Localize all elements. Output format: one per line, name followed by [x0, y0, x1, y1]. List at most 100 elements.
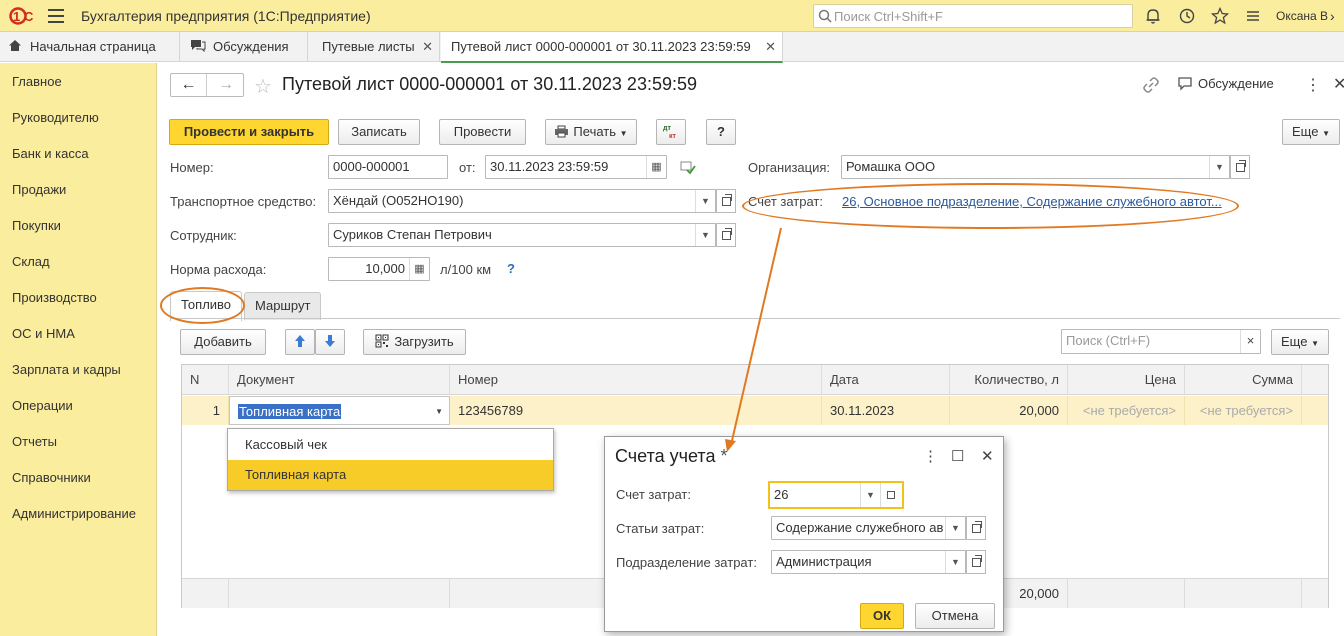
open-account-icon[interactable] [880, 483, 902, 507]
dropdown-option-selected[interactable]: Топливная карта [228, 460, 553, 490]
cell-date[interactable]: 30.11.2023 [822, 396, 950, 425]
chevron-down-icon[interactable]: ▼ [1209, 156, 1229, 178]
chevron-down-icon: ▼ [1322, 129, 1330, 138]
open-employee-icon[interactable] [716, 223, 736, 247]
tab-home[interactable]: Начальная страница [0, 32, 180, 62]
sidebar-item-bank[interactable]: Банк и касса [12, 146, 89, 161]
post-button[interactable]: Провести [439, 119, 526, 145]
cell-sum[interactable]: <не требуется> [1185, 396, 1302, 425]
forward-arrow-icon[interactable]: → [208, 74, 244, 96]
load-button[interactable]: Загрузить [363, 329, 466, 355]
tab-waybill-document[interactable]: Путевой лист 0000-000001 от 30.11.2023 2… [441, 32, 783, 63]
back-arrow-icon[interactable]: ← [171, 74, 207, 96]
print-button[interactable]: Печать ▼ [545, 119, 637, 145]
consumption-rate-field[interactable]: 10,000 ▦ [328, 257, 430, 281]
favorite-star-icon[interactable]: ☆ [254, 74, 272, 99]
dropdown-option[interactable]: Кассовый чек [228, 430, 553, 460]
dialog-division-field[interactable]: Администрация ▼ [771, 550, 966, 574]
calculator-icon[interactable]: ▦ [409, 258, 429, 280]
cell-price[interactable]: <не требуется> [1068, 396, 1185, 425]
open-vehicle-icon[interactable] [716, 189, 736, 213]
close-tab-icon[interactable]: ✕ [422, 32, 433, 61]
form-menu-kebab-icon[interactable]: ⋮ [1305, 75, 1321, 95]
sidebar-item-production[interactable]: Производство [12, 290, 97, 305]
tab-discussions[interactable]: Обсуждения [180, 32, 308, 62]
topbar-more-icon[interactable]: › [1330, 8, 1335, 24]
sidebar-item-admin[interactable]: Администрирование [12, 506, 136, 521]
chevron-down-icon[interactable]: ▼ [695, 224, 715, 246]
sidebar-item-fixed-assets[interactable]: ОС и НМА [12, 326, 75, 341]
global-search[interactable] [813, 4, 1133, 28]
history-icon[interactable] [1178, 7, 1196, 25]
save-button[interactable]: Записать [338, 119, 420, 145]
dialog-cost-items-field[interactable]: Содержание служебного ав ▼ [771, 516, 966, 540]
sidebar-item-warehouse[interactable]: Склад [12, 254, 50, 269]
dialog-division-value: Администрация [776, 554, 872, 569]
cell-n[interactable]: 1 [182, 396, 229, 425]
cell-quantity[interactable]: 20,000 [950, 396, 1068, 425]
discussion-button[interactable]: Обсуждение [1178, 76, 1274, 91]
sidebar-item-salary[interactable]: Зарплата и кадры [12, 362, 121, 377]
dialog-menu-kebab-icon[interactable]: ⋮ [923, 447, 938, 465]
user-name[interactable]: Оксана В [1276, 9, 1328, 23]
maximize-icon[interactable]: ☐ [951, 447, 964, 465]
vehicle-field[interactable]: Хёндай (О052НО190) ▼ [328, 189, 716, 213]
cell-number[interactable]: 123456789 [450, 396, 822, 425]
sidebar-item-main[interactable]: Главное [12, 74, 62, 89]
sidebar-item-reports[interactable]: Отчеты [12, 434, 57, 449]
link-icon[interactable] [1143, 77, 1159, 93]
close-tab-icon[interactable]: ✕ [765, 32, 776, 61]
sidebar-item-sales[interactable]: Продажи [12, 182, 66, 197]
dialog-cost-account-field[interactable]: 26 ▼ [768, 481, 904, 509]
open-cost-items-icon[interactable] [966, 516, 986, 540]
column-header-quantity[interactable]: Количество, л [950, 365, 1068, 395]
column-header-date[interactable]: Дата [822, 365, 950, 395]
main-menu-icon[interactable] [48, 9, 64, 23]
chevron-down-icon[interactable]: ▼ [860, 483, 880, 507]
table-more-button[interactable]: Еще ▼ [1271, 329, 1329, 355]
tab-waybills[interactable]: Путевые листы ✕ [308, 32, 440, 62]
chevron-down-icon[interactable]: ▼ [435, 397, 443, 424]
close-dialog-icon[interactable]: ✕ [981, 447, 994, 465]
menu-dots-icon[interactable] [1244, 7, 1262, 25]
chevron-down-icon: ▼ [619, 129, 628, 138]
chevron-down-icon[interactable]: ▼ [695, 190, 715, 212]
ok-button[interactable]: ОК [860, 603, 904, 629]
close-form-icon[interactable]: ✕ [1333, 74, 1344, 94]
sidebar-item-catalogs[interactable]: Справочники [12, 470, 91, 485]
cancel-button[interactable]: Отмена [915, 603, 995, 629]
number-field[interactable]: 0000-000001 [328, 155, 448, 179]
more-button[interactable]: Еще ▼ [1282, 119, 1340, 145]
column-header-document[interactable]: Документ [229, 365, 450, 395]
1c-logo-icon[interactable]: 1 С [7, 7, 35, 25]
rate-help-icon[interactable]: ? [507, 261, 515, 276]
sidebar-item-manager[interactable]: Руководителю [12, 110, 99, 125]
column-header-n[interactable]: N [182, 365, 229, 395]
column-header-price[interactable]: Цена [1068, 365, 1185, 395]
open-division-icon[interactable] [966, 550, 986, 574]
calendar-icon[interactable]: ▦ [646, 156, 666, 178]
clear-search-icon[interactable]: × [1240, 330, 1260, 353]
sidebar-item-operations[interactable]: Операции [12, 398, 73, 413]
chevron-down-icon[interactable]: ▼ [945, 517, 965, 539]
column-header-sum[interactable]: Сумма [1185, 365, 1302, 395]
cell-document-editor[interactable]: Топливная карта ▼ [229, 396, 450, 425]
tab-route[interactable]: Маршрут [244, 292, 322, 320]
table-search-field[interactable]: Поиск (Ctrl+F) × [1061, 329, 1261, 354]
global-search-input[interactable] [834, 7, 1124, 25]
post-and-close-button[interactable]: Провести и закрыть [169, 119, 329, 145]
organization-field[interactable]: Ромашка ООО ▼ [841, 155, 1230, 179]
add-row-button[interactable]: Добавить [180, 329, 266, 355]
move-up-button[interactable] [285, 329, 315, 355]
open-organization-icon[interactable] [1230, 155, 1250, 179]
move-down-button[interactable] [315, 329, 345, 355]
date-field[interactable]: 30.11.2023 23:59:59 ▦ [485, 155, 667, 179]
employee-field[interactable]: Суриков Степан Петрович ▼ [328, 223, 716, 247]
column-header-number[interactable]: Номер [450, 365, 822, 395]
sidebar-item-purchases[interactable]: Покупки [12, 218, 61, 233]
favorites-icon[interactable] [1211, 7, 1229, 25]
help-button[interactable]: ? [706, 119, 736, 145]
bell-icon[interactable] [1144, 7, 1162, 25]
dt-kt-button[interactable]: дт кт [656, 119, 686, 145]
chevron-down-icon[interactable]: ▼ [945, 551, 965, 573]
